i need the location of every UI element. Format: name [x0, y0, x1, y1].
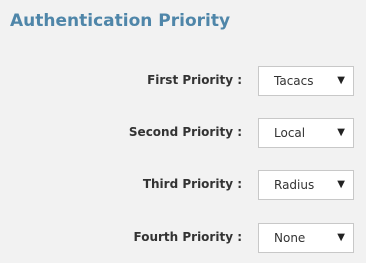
section-title: Authentication Priority — [10, 11, 231, 31]
fourth-priority-label: Fourth Priority : — [133, 230, 242, 244]
second-priority-label: Second Priority : — [128, 125, 242, 139]
second-priority-select[interactable]: Local ▼ — [258, 118, 354, 148]
first-priority-select[interactable]: Tacacs ▼ — [258, 66, 354, 96]
chevron-down-icon: ▼ — [337, 179, 345, 190]
chevron-down-icon: ▼ — [337, 127, 345, 138]
fourth-priority-value: None — [274, 231, 306, 245]
first-priority-value: Tacacs — [274, 74, 314, 88]
third-priority-row: Third Priority : Radius ▼ — [0, 170, 366, 202]
second-priority-value: Local — [274, 126, 306, 140]
chevron-down-icon: ▼ — [337, 232, 345, 243]
authentication-priority-panel: Authentication Priority First Priority :… — [0, 0, 366, 263]
fourth-priority-row: Fourth Priority : None ▼ — [0, 223, 366, 255]
third-priority-label: Third Priority : — [142, 177, 242, 191]
chevron-down-icon: ▼ — [337, 75, 345, 86]
third-priority-select[interactable]: Radius ▼ — [258, 170, 354, 200]
first-priority-label: First Priority : — [147, 73, 242, 87]
first-priority-row: First Priority : Tacacs ▼ — [0, 66, 366, 98]
third-priority-value: Radius — [274, 178, 315, 192]
second-priority-row: Second Priority : Local ▼ — [0, 118, 366, 150]
fourth-priority-select[interactable]: None ▼ — [258, 223, 354, 253]
